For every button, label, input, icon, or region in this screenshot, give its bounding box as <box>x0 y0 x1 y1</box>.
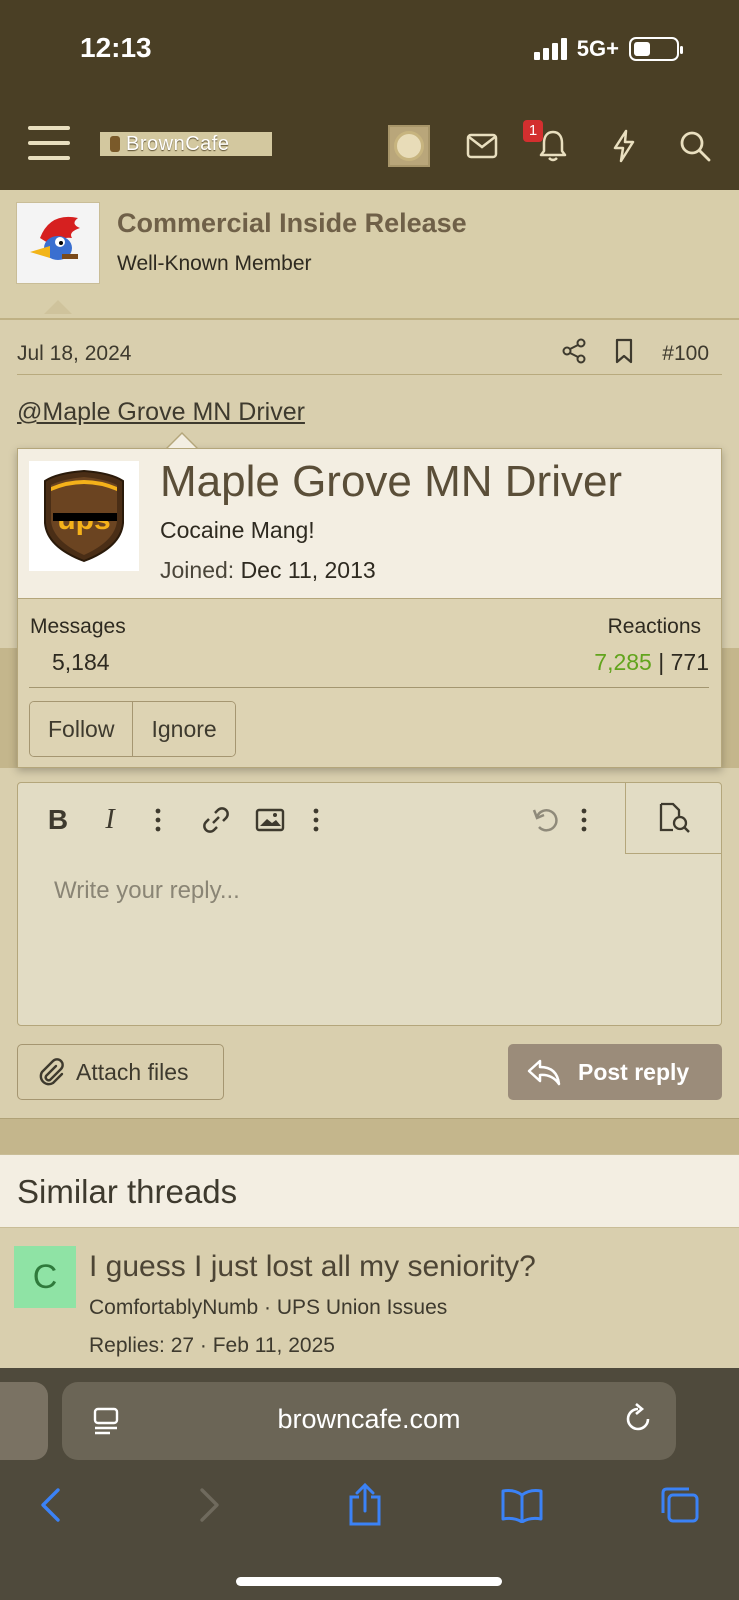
post-reply-button[interactable]: Post reply <box>508 1044 722 1100</box>
messages-label: Messages <box>30 615 126 638</box>
reply-input[interactable]: Write your reply... <box>54 877 240 905</box>
preview-icon <box>659 802 690 833</box>
ignore-button[interactable]: Ignore <box>132 702 235 756</box>
member-custom-title: Cocaine Mang! <box>160 517 315 543</box>
browser-toolbar: browncafe.com <box>0 1368 739 1600</box>
thread-title[interactable]: I guess I just lost all my seniority? <box>89 1250 536 1284</box>
divider <box>17 374 722 375</box>
post-actions: #100 <box>562 338 709 370</box>
reactions-separator: | <box>658 649 665 675</box>
previous-tab[interactable] <box>0 1382 48 1460</box>
thread-meta: Replies: 27 · Feb 11, 2025 <box>89 1334 335 1357</box>
follow-button[interactable]: Follow <box>30 702 133 756</box>
divider <box>29 687 709 688</box>
alerts-badge: 1 <box>523 120 543 142</box>
reactions-positive: 7,285 <box>594 649 652 675</box>
undo-icon[interactable] <box>528 801 564 839</box>
messages-value[interactable]: 5,184 <box>52 649 110 676</box>
address-bar[interactable]: browncafe.com <box>62 1382 676 1460</box>
logo-text: BrownCafe <box>126 132 230 155</box>
member-name[interactable]: Maple Grove MN Driver <box>160 457 622 507</box>
search-icon[interactable] <box>675 126 715 166</box>
post-meta: Jul 18, 2024 #100 <box>0 320 739 376</box>
user-mention-link[interactable]: @Maple Grove MN Driver <box>17 398 305 427</box>
bookmarks-icon[interactable] <box>500 1480 544 1530</box>
reactions-other: 771 <box>670 649 709 675</box>
more-insert-options-icon[interactable] <box>298 801 334 839</box>
preview-button[interactable] <box>625 782 721 854</box>
similar-threads-header: Similar threads <box>0 1154 739 1228</box>
bold-button[interactable]: B <box>40 801 76 839</box>
url-text: browncafe.com <box>277 1404 461 1434</box>
member-tooltip-card: ups Maple Grove MN Driver Cocaine Mang! … <box>17 448 722 768</box>
image-icon[interactable] <box>252 801 288 839</box>
bookmark-icon[interactable] <box>614 338 634 370</box>
bolt-icon[interactable] <box>604 126 644 166</box>
joined-date: Dec 11, 2013 <box>240 557 376 583</box>
attach-files-label: Attach files <box>76 1058 189 1085</box>
reply-editor: B I Write your reply... <box>17 782 722 1026</box>
post-reply-label: Post reply <box>578 1058 690 1085</box>
post-author-block: Commercial Inside Release Well-Known Mem… <box>0 190 739 320</box>
link-icon[interactable] <box>198 801 234 839</box>
member-actions: Follow Ignore <box>29 701 236 757</box>
member-card-header: ups Maple Grove MN Driver Cocaine Mang! … <box>18 449 721 599</box>
author-caret <box>44 300 72 314</box>
inbox-icon[interactable] <box>462 126 502 166</box>
member-avatar[interactable]: ups <box>29 461 139 571</box>
status-indicators: 5G+ <box>533 36 683 62</box>
app-header: 12:13 5G+ BrownCafe 1 <box>0 0 739 190</box>
tabs-icon[interactable] <box>658 1480 702 1530</box>
more-text-options-icon[interactable] <box>140 801 176 839</box>
share-icon[interactable] <box>562 338 586 370</box>
similar-threads-title: Similar threads <box>17 1173 238 1210</box>
site-logo[interactable]: BrownCafe <box>100 132 272 156</box>
author-title: Well-Known Member <box>117 252 312 275</box>
joined-label: Joined: <box>160 557 235 583</box>
forward-icon[interactable] <box>188 1480 232 1530</box>
reactions-label: Reactions <box>607 615 701 638</box>
reactions-value: 7,285 | 771 <box>594 649 709 676</box>
battery-icon <box>629 37 683 61</box>
home-indicator[interactable] <box>236 1577 502 1586</box>
signal-icon <box>533 38 567 60</box>
thread-subtitle: ComfortablyNumb · UPS Union Issues <box>89 1296 448 1319</box>
list-item[interactable]: C I guess I just lost all my seniority? … <box>0 1228 739 1368</box>
thread-avatar[interactable]: C <box>14 1246 76 1308</box>
section-divider <box>0 1118 739 1154</box>
share-sheet-icon[interactable] <box>343 1480 387 1530</box>
paperclip-icon <box>39 1058 64 1086</box>
network-label: 5G+ <box>576 36 619 61</box>
author-avatar[interactable] <box>16 202 100 284</box>
italic-button[interactable]: I <box>92 801 128 839</box>
attach-files-button[interactable]: Attach files <box>17 1044 224 1100</box>
reload-icon[interactable] <box>622 1402 654 1441</box>
author-name[interactable]: Commercial Inside Release <box>117 208 467 239</box>
post-number[interactable]: #100 <box>662 342 709 366</box>
menu-icon[interactable] <box>28 126 70 160</box>
back-icon[interactable] <box>28 1480 72 1530</box>
more-options-icon[interactable] <box>566 801 602 839</box>
popup-arrow-inner <box>168 434 196 448</box>
post-date[interactable]: Jul 18, 2024 <box>17 342 131 366</box>
nav-bar: BrownCafe 1 <box>0 110 739 180</box>
reply-icon <box>527 1059 561 1086</box>
user-avatar[interactable] <box>388 125 430 167</box>
member-joined: Joined: Dec 11, 2013 <box>160 557 376 584</box>
status-time: 12:13 <box>80 32 152 63</box>
